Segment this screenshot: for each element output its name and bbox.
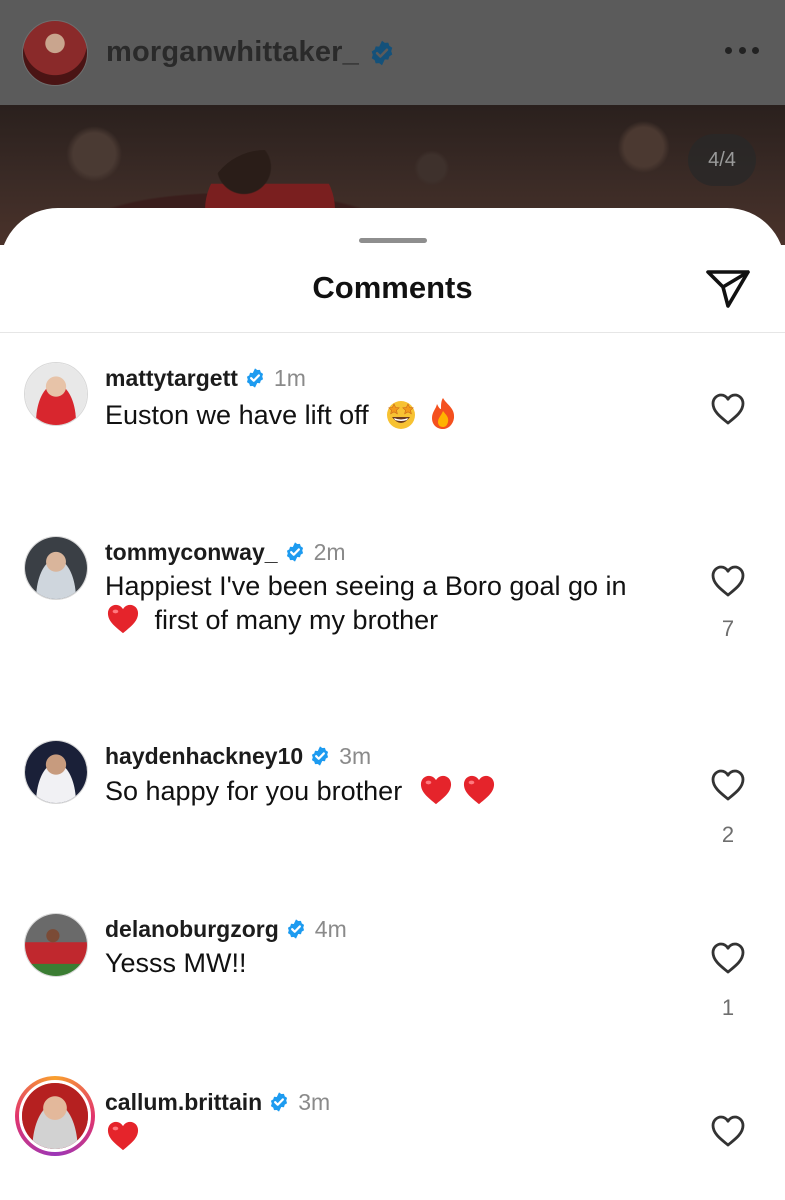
- comment-meta: tommyconway_ 2m: [105, 537, 346, 567]
- comment-timestamp: 3m: [339, 742, 372, 769]
- post-author-username[interactable]: morganwhittaker_: [106, 36, 359, 69]
- avatar[interactable]: [24, 536, 88, 600]
- comment-text: So happy for you brother: [105, 774, 695, 808]
- comment-meta: haydenhackney10 3m: [105, 741, 371, 771]
- heart-outline-icon[interactable]: [710, 1114, 746, 1148]
- post-header: morganwhittaker_: [0, 0, 785, 105]
- like-count: 7: [721, 616, 735, 641]
- comment-text-content: So happy for you brother: [105, 776, 403, 806]
- comment-username[interactable]: haydenhackney10: [105, 743, 303, 770]
- verified-badge-icon: [286, 542, 303, 562]
- comment-text-content: Euston we have lift off: [105, 400, 369, 430]
- comments-sheet: Comments: [0, 208, 785, 1200]
- like-count: 1: [721, 995, 735, 1020]
- fire-emoji-icon: [431, 398, 454, 429]
- carousel-counter: 4/4: [688, 134, 756, 186]
- star-struck-emoji-icon: [387, 401, 416, 429]
- heart-outline-icon[interactable]: [710, 564, 746, 598]
- heart-outline-icon[interactable]: [710, 392, 746, 426]
- red-heart-emoji-icon: [107, 604, 139, 634]
- red-heart-emoji-icon: [464, 775, 495, 805]
- comments-title: Comments: [312, 270, 473, 305]
- avatar[interactable]: [24, 362, 88, 426]
- comment-username[interactable]: callum.brittain: [105, 1089, 262, 1116]
- heart-outline-icon[interactable]: [710, 941, 746, 975]
- red-heart-emoji-icon: [420, 775, 451, 805]
- more-options-icon[interactable]: [725, 40, 759, 60]
- header-divider: [0, 332, 785, 333]
- send-icon[interactable]: [704, 266, 752, 310]
- comment-meta: callum.brittain 3m: [105, 1087, 330, 1117]
- comment-timestamp: 2m: [313, 538, 346, 565]
- comment-text: Happiest I've been seeing a Boro goal go…: [105, 570, 695, 637]
- post-author-avatar[interactable]: [22, 19, 88, 86]
- comment-text-line: Happiest I've been seeing a Boro goal go…: [105, 571, 627, 601]
- avatar[interactable]: [24, 740, 88, 804]
- verified-badge-icon: [287, 919, 304, 939]
- verified-badge-icon: [271, 1092, 288, 1112]
- verified-badge-icon: [246, 368, 263, 388]
- avatar-story-ring[interactable]: [15, 1076, 95, 1156]
- comment-meta: delanoburgzorg 4m: [105, 914, 347, 944]
- heart-outline-icon[interactable]: [710, 768, 746, 802]
- verified-badge-icon: [312, 746, 329, 766]
- comment-text: [105, 1120, 695, 1154]
- comment-username[interactable]: delanoburgzorg: [105, 916, 279, 943]
- sheet-grabber-handle[interactable]: [359, 238, 427, 243]
- verified-badge-icon: [371, 40, 393, 65]
- comment-timestamp: 4m: [314, 915, 347, 942]
- comment-meta: mattytargett 1m: [105, 363, 306, 393]
- comment-text: Euston we have lift off: [105, 396, 695, 432]
- comment-text: Yesss MW!!: [105, 947, 695, 980]
- comment-timestamp: 3m: [298, 1088, 331, 1115]
- red-heart-emoji-icon: [107, 1121, 139, 1151]
- comment-timestamp: 1m: [273, 364, 306, 391]
- comment-text-line: first of many my brother: [154, 605, 439, 635]
- like-count: 2: [721, 822, 735, 847]
- comment-username[interactable]: mattytargett: [105, 365, 238, 392]
- avatar[interactable]: [24, 913, 88, 977]
- comment-text-content: Yesss MW!!: [105, 948, 247, 978]
- comment-username[interactable]: tommyconway_: [105, 539, 278, 566]
